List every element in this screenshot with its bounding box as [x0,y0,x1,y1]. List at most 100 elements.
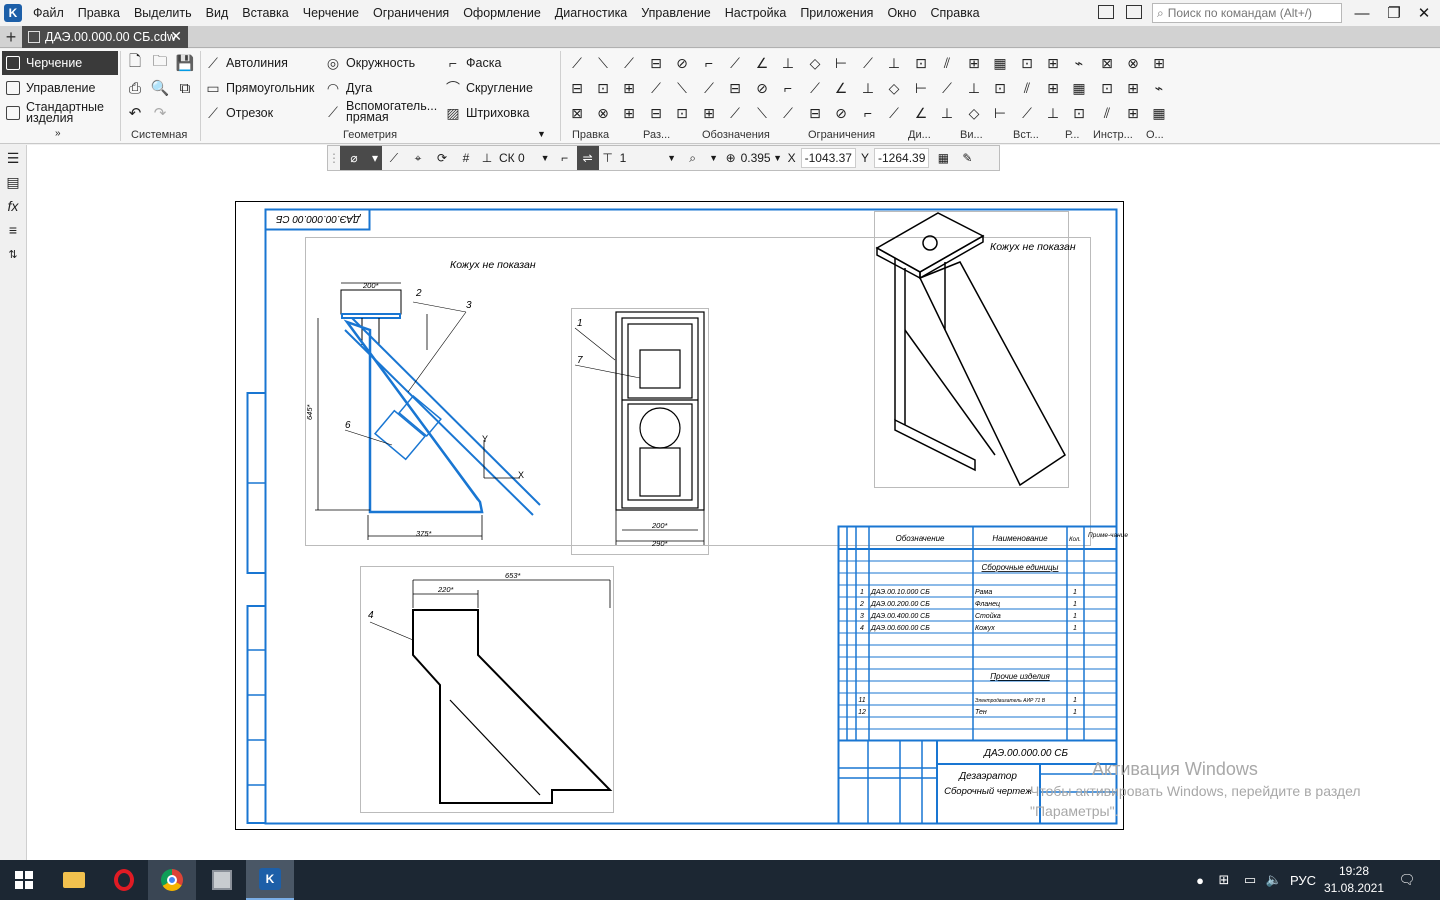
ribbon-tool-icon[interactable]: ∠ [830,77,852,99]
layout-icon[interactable] [1098,5,1114,19]
ribbon-tool-icon[interactable]: ⊞ [1148,52,1170,74]
ribbon-tool-icon[interactable]: ⊘ [751,77,773,99]
ribbon-tool-icon[interactable]: ⊡ [910,52,932,74]
tray-update-icon[interactable]: ⊞ [1214,860,1234,900]
ribbon-tool-icon[interactable]: ⊗ [592,102,614,124]
opera-icon[interactable] [100,860,148,900]
circle-tool[interactable]: ◎ Окружность [325,52,415,74]
step-snap-icon[interactable]: ⇌ [576,146,599,170]
ribbon-tool-icon[interactable]: ⊡ [671,102,693,124]
snap-dropdown-icon[interactable]: ▾ [368,146,382,170]
chevron-down-icon[interactable]: ▼ [665,146,679,170]
ribbon-tool-icon[interactable]: ⊡ [1068,102,1090,124]
menu-insert[interactable]: Вставка [235,0,295,26]
menu-format[interactable]: Оформление [456,0,548,26]
tray-app-icon[interactable]: ● [1190,860,1210,900]
ribbon-tool-icon[interactable]: ⊡ [989,77,1011,99]
ribbon-tool-icon[interactable]: ⊠ [566,102,588,124]
expand-modes-icon[interactable]: » [55,128,61,139]
volume-icon[interactable]: 🔈 [1264,860,1284,900]
zoom-scale-input[interactable]: 0.395 [741,146,771,170]
ribbon-tool-icon[interactable]: ⊡ [1096,77,1118,99]
ribbon-tool-icon[interactable]: ▦ [1068,77,1090,99]
language-indicator[interactable]: РУС [1288,860,1318,900]
app-logo-icon[interactable]: K [0,0,26,26]
ribbon-tool-icon[interactable]: ⌐ [777,77,799,99]
grid-icon[interactable]: # [454,146,478,170]
panel-geometry-dropdown-icon[interactable]: ▼ [537,129,546,139]
ribbon-tool-icon[interactable]: ⊞ [1122,102,1144,124]
ribbon-tool-icon[interactable]: ⊞ [1042,52,1064,74]
ribbon-tool-icon[interactable]: ⊘ [830,102,852,124]
menu-apps[interactable]: Приложения [793,0,880,26]
ribbon-tool-icon[interactable]: ⊘ [671,52,693,74]
ribbon-tool-icon[interactable]: ◇ [883,77,905,99]
menu-select[interactable]: Выделить [127,0,199,26]
ribbon-tool-icon[interactable]: ▦ [989,52,1011,74]
save-app-icon[interactable] [198,860,246,900]
ribbon-tool-icon[interactable]: ⊞ [963,52,985,74]
new-file-icon[interactable]: 🗋 [124,52,146,74]
variables-fx-icon[interactable]: fx [2,195,24,217]
snap-icon[interactable]: ⌀ [340,146,368,170]
zoom-window-icon[interactable]: ⌕ [679,146,707,170]
menu-edit[interactable]: Правка [71,0,127,26]
tree-icon[interactable]: ☰ [2,147,24,169]
properties-icon[interactable]: ▤ [2,171,24,193]
open-folder-icon[interactable]: 🗀 [149,52,171,74]
cs-icon[interactable]: ⊥ [478,146,496,170]
kompas-taskbar-icon[interactable]: K [246,860,294,900]
ribbon-tool-icon[interactable]: ⊞ [1042,77,1064,99]
step-mode-icon[interactable]: ⌐ [553,146,577,170]
mode-manage[interactable]: Управление [2,76,118,100]
panel-icon[interactable] [1126,5,1142,19]
ribbon-tool-icon[interactable]: ⌐ [857,102,879,124]
hatch-tool[interactable]: ▨ Штриховка [445,102,529,124]
ribbon-tool-icon[interactable]: ⟋ [724,102,746,124]
start-button[interactable] [0,860,48,900]
clock[interactable]: 19:28 31.08.2021 [1322,860,1386,900]
chevron-down-icon[interactable]: ▼ [771,146,785,170]
autoline-tool[interactable]: ⟋ Автолиния [205,52,288,74]
ribbon-tool-icon[interactable]: ⊟ [645,102,667,124]
menu-window[interactable]: Окно [880,0,923,26]
ribbon-tool-icon[interactable]: ⊞ [618,102,640,124]
file-explorer-icon[interactable] [50,860,98,900]
ribbon-tool-icon[interactable]: ⊥ [883,52,905,74]
local-snap-icon[interactable]: ⌖ [406,146,430,170]
ribbon-tool-icon[interactable]: ⌁ [1148,77,1170,99]
ribbon-tool-icon[interactable]: ⟋ [645,77,667,99]
menu-settings[interactable]: Настройка [718,0,794,26]
ribbon-tool-icon[interactable]: ⟋ [698,77,720,99]
ribbon-tool-icon[interactable]: ▦ [1148,102,1170,124]
ribbon-tool-icon[interactable]: ⟍ [592,52,614,74]
ribbon-tool-icon[interactable]: ⊥ [963,77,985,99]
save-all-icon[interactable]: ⧉ [174,77,196,99]
ribbon-tool-icon[interactable]: ⊢ [989,102,1011,124]
redo-icon[interactable]: ↷ [149,102,171,124]
ribbon-tool-icon[interactable]: ⊞ [1122,77,1144,99]
menu-manage[interactable]: Управление [634,0,718,26]
segment-tool[interactable]: ⟋ Отрезок [205,102,273,124]
aux-line-tool[interactable]: ⟋ Вспомогатель... прямая [325,100,438,124]
step-cursor-icon[interactable]: ⊤ [599,146,617,170]
ribbon-tool-icon[interactable]: ⊟ [804,102,826,124]
ribbon-tool-icon[interactable]: ⊥ [777,52,799,74]
ribbon-tool-icon[interactable]: ⊠ [1096,52,1118,74]
ribbon-tool-icon[interactable]: ⊞ [698,102,720,124]
close-icon[interactable]: ✕ [1408,0,1440,26]
ribbon-tool-icon[interactable]: ⟋ [883,102,905,124]
zoom-icon[interactable]: ⊕ [721,146,741,170]
step-select[interactable]: 1 [617,146,665,170]
undo-icon[interactable]: ↶ [124,102,146,124]
ribbon-tool-icon[interactable]: ⟍ [751,102,773,124]
mode-standard-parts[interactable]: Стандартные изделия [2,101,118,125]
ribbon-tool-icon[interactable]: ⟍ [671,77,693,99]
ribbon-tool-icon[interactable]: ⟋ [618,52,640,74]
new-document-icon[interactable]: + [0,26,22,48]
ribbon-tool-icon[interactable]: ◇ [963,102,985,124]
parameters-icon[interactable]: ⇅ [2,243,24,265]
ribbon-tool-icon[interactable]: ⊟ [566,77,588,99]
restore-icon[interactable]: ❐ [1378,0,1410,26]
network-icon[interactable]: ▭ [1238,860,1262,900]
